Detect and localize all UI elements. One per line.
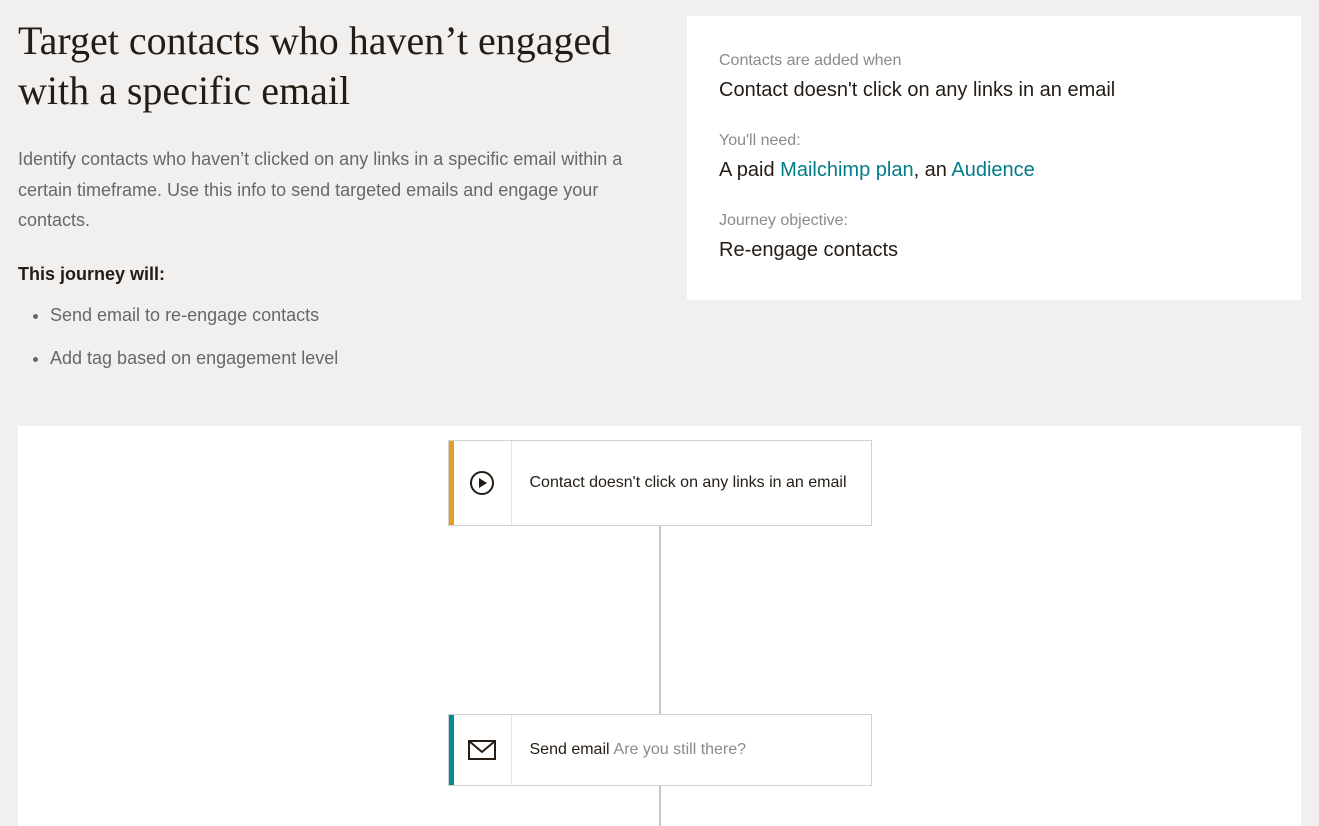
you-need-prefix: A paid: [719, 159, 780, 181]
journey-canvas: Contact doesn't click on any links in an…: [18, 426, 1301, 826]
you-need-value: A paid Mailchimp plan, an Audience: [719, 156, 1269, 184]
page-description: Identify contacts who haven’t clicked on…: [18, 144, 647, 236]
objective-value: Re-engage contacts: [719, 236, 1269, 264]
summary-card: Contacts are added when Contact doesn't …: [687, 16, 1301, 300]
email-node-label: Send email Are you still there?: [512, 715, 765, 785]
start-node-label: Contact doesn't click on any links in an…: [512, 441, 865, 525]
objective-label: Journey objective:: [719, 212, 1269, 230]
flow-connector: [659, 786, 661, 826]
you-need-mid: , an: [914, 159, 952, 181]
mailchimp-plan-link[interactable]: Mailchimp plan: [780, 159, 913, 181]
journey-will-heading: This journey will:: [18, 264, 647, 285]
contacts-added-value: Contact doesn't click on any links in an…: [719, 76, 1269, 104]
journey-will-list: Send email to re-engage contacts Add tag…: [18, 301, 647, 373]
flow-connector: [659, 526, 661, 714]
journey-will-item: Send email to re-engage contacts: [50, 301, 647, 330]
journey-will-item: Add tag based on engagement level: [50, 344, 647, 373]
you-need-label: You'll need:: [719, 132, 1269, 150]
journey-start-node[interactable]: Contact doesn't click on any links in an…: [448, 440, 872, 526]
email-node-action: Send email: [530, 738, 610, 762]
play-circle-icon: [454, 441, 512, 525]
email-node-subject: Are you still there?: [614, 738, 747, 762]
page-title: Target contacts who haven’t engaged with…: [18, 16, 647, 116]
audience-link[interactable]: Audience: [951, 159, 1034, 181]
envelope-icon: [454, 715, 512, 785]
journey-email-node[interactable]: Send email Are you still there?: [448, 714, 872, 786]
contacts-added-label: Contacts are added when: [719, 52, 1269, 70]
